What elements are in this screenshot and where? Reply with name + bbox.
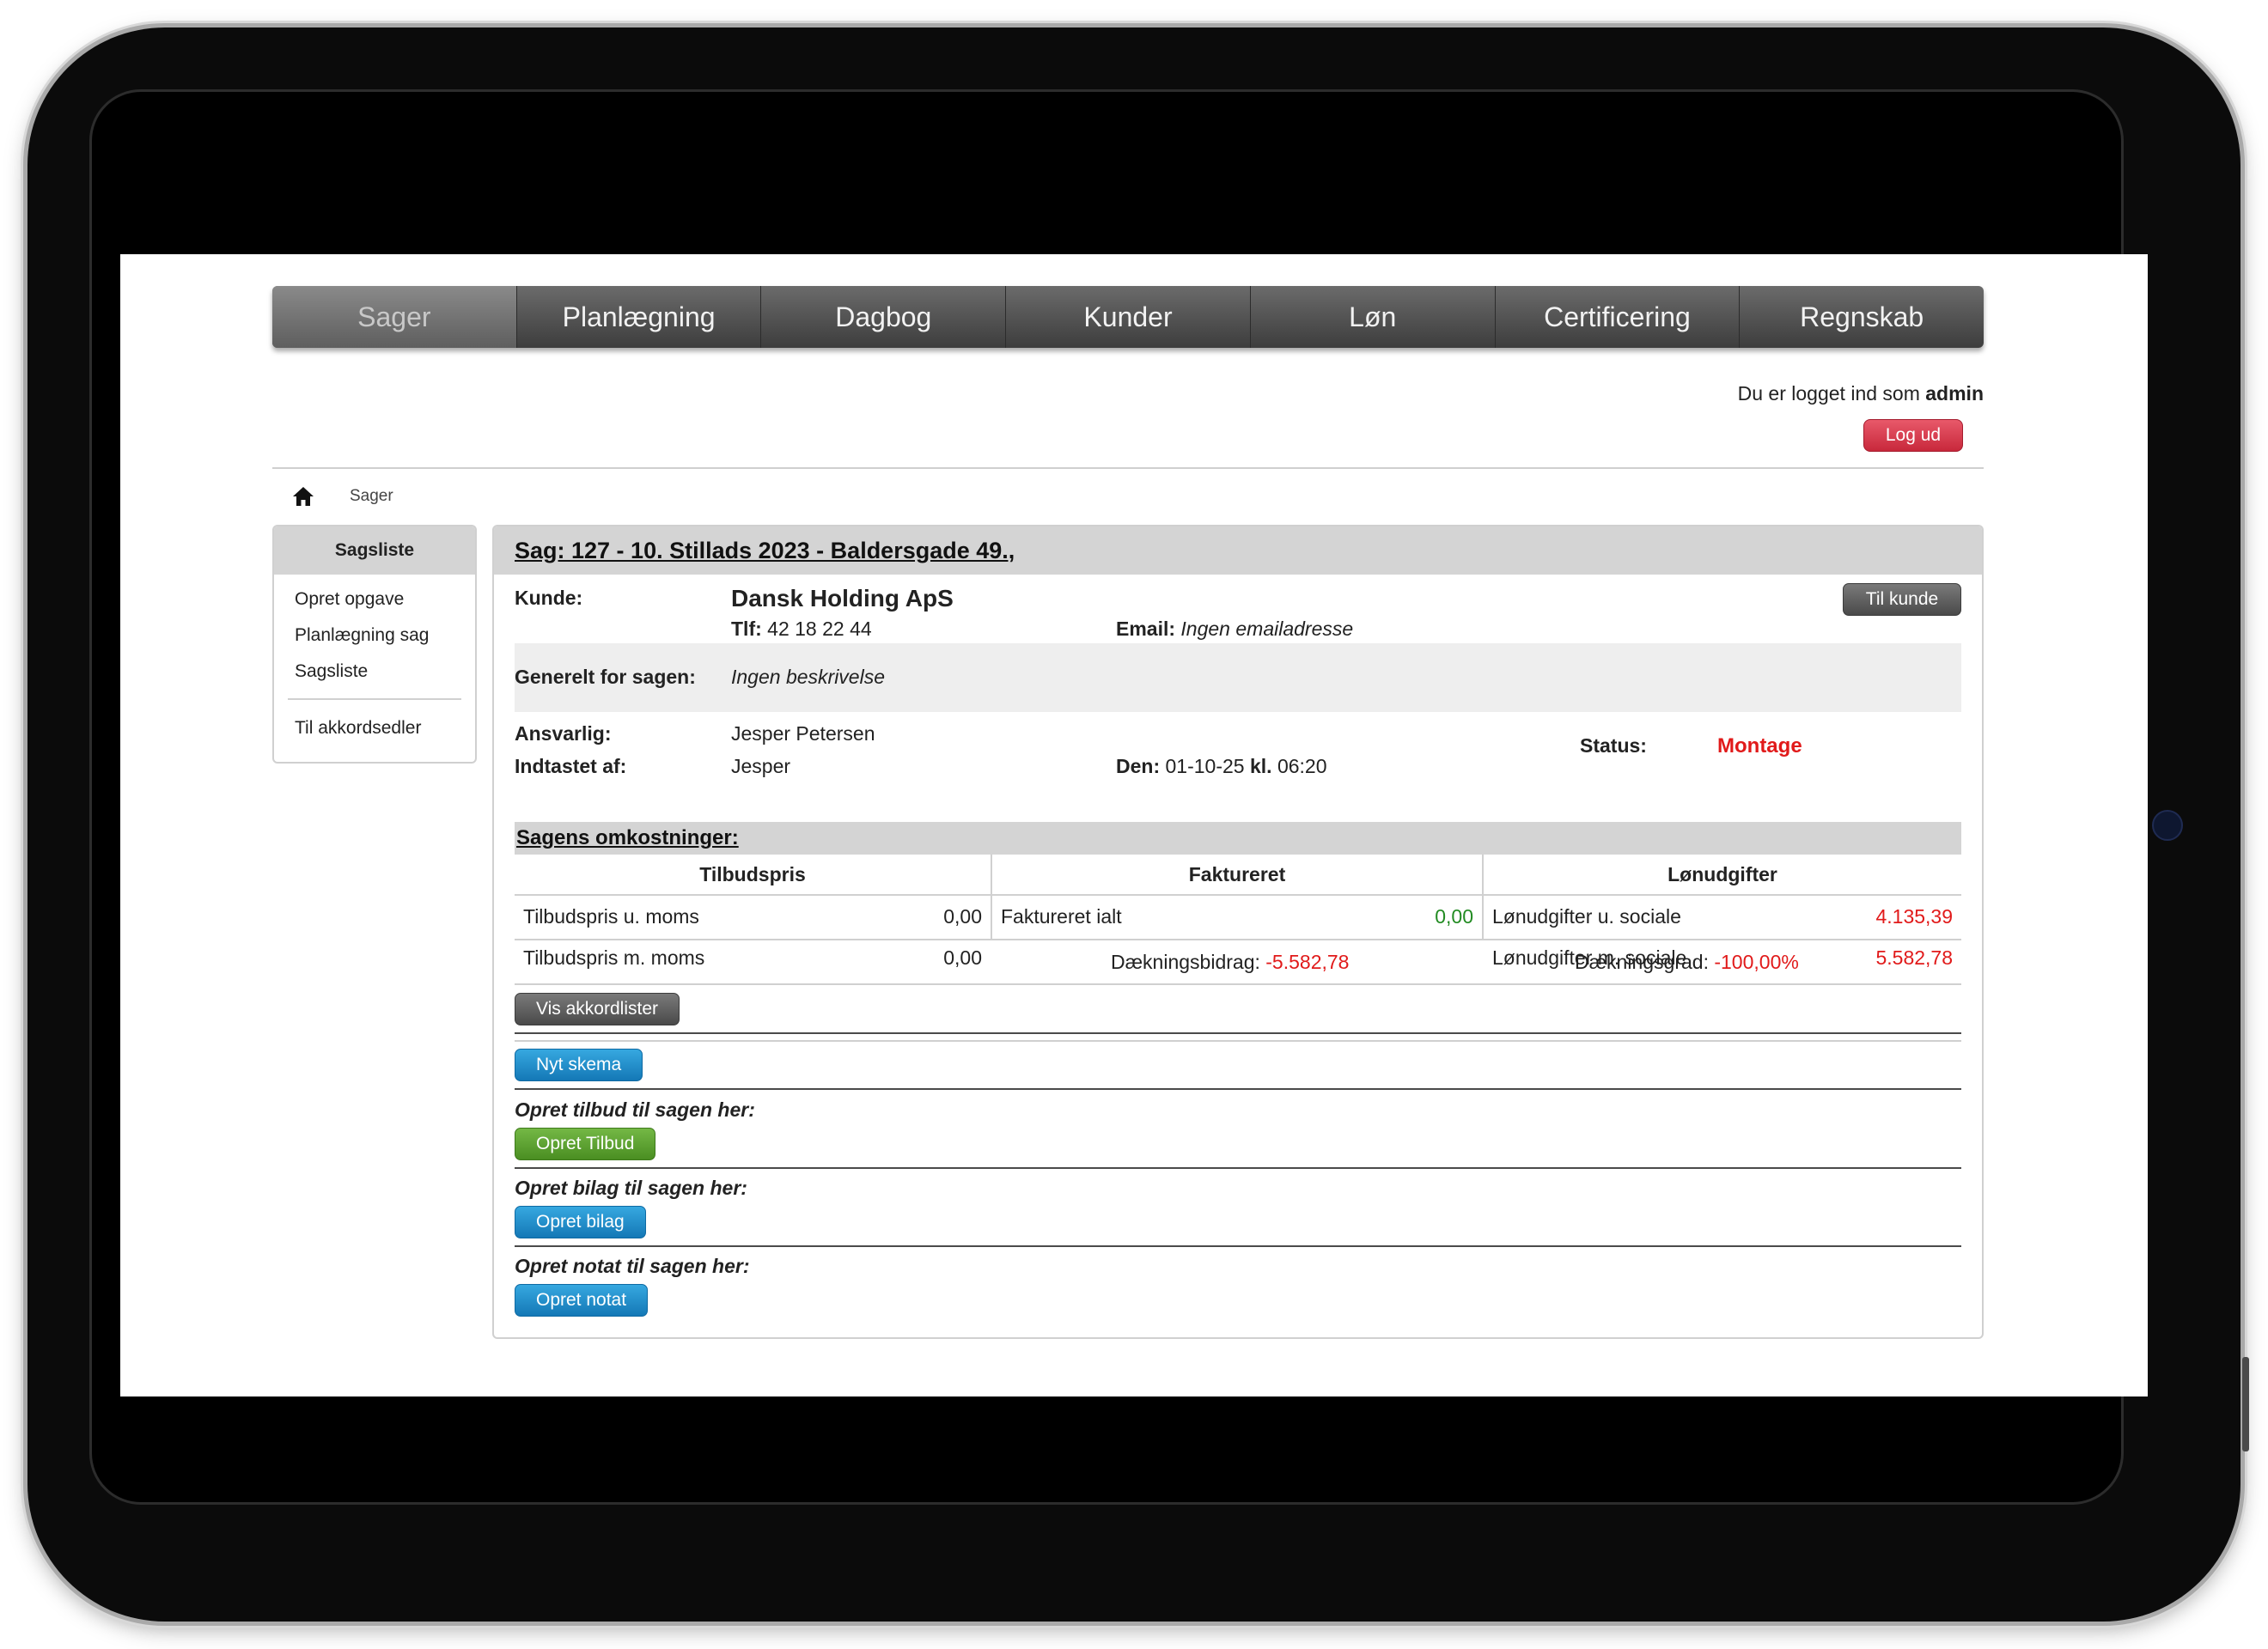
generelt-label: Generelt for sagen:	[515, 666, 696, 688]
sidebar-title: Sagsliste	[274, 526, 475, 575]
costs-col-faktureret: Faktureret Faktureret ialt 0,00	[992, 855, 1484, 939]
breadcrumb: Sager	[291, 485, 393, 508]
breadcrumb-current[interactable]: Sager	[350, 487, 393, 506]
col-head-lon: Lønudgifter	[1484, 855, 1961, 896]
status-label: Status:	[1580, 734, 1647, 757]
kunde-value: Dansk Holding ApS	[731, 585, 954, 612]
nav-item-kunder[interactable]: Kunder	[1006, 286, 1251, 348]
daekningsbidrag: Dækningsbidrag: -5.582,78	[1111, 951, 1349, 974]
tlf-label: Tlf:	[731, 618, 762, 640]
email-label: Email:	[1116, 618, 1176, 640]
tlf-line: Tlf: 42 18 22 44	[731, 618, 872, 641]
main-nav: Sager Planlægning Dagbog Kunder Løn Cert…	[272, 286, 1984, 348]
col-head-tilbud: Tilbudspris	[515, 855, 991, 896]
cost-value: 0,00	[943, 904, 982, 928]
username: admin	[1925, 382, 1984, 405]
sidebar: Sagsliste Opret opgave Planlægning sag S…	[272, 525, 477, 764]
cost-value: 5.582,78	[1875, 946, 1953, 969]
case-title[interactable]: Sag: 127 - 10. Stillads 2023 - Baldersga…	[494, 526, 1982, 575]
cost-row: Tilbudspris m. moms 0,00	[515, 937, 991, 978]
nav-item-sager[interactable]: Sager	[272, 286, 517, 348]
email-line: Email: Ingen emailadresse	[1116, 618, 1353, 641]
cost-value: 4.135,39	[1875, 904, 1953, 928]
daekningsgrad-value: -100,00%	[1714, 951, 1799, 973]
daekningsgrad: Dækningsgrad: -100,00%	[1575, 951, 1799, 974]
case-body: Kunde: Dansk Holding ApS Tlf: 42 18 22 4…	[494, 575, 1982, 1337]
ansvarlig-label: Ansvarlig:	[515, 722, 612, 745]
tablet-side-button	[2242, 1357, 2249, 1451]
vis-akkordlister-button[interactable]: Vis akkordlister	[515, 993, 680, 1025]
indtastet-value: Jesper	[731, 755, 791, 777]
costs-col-lon: Lønudgifter Lønudgifter u. sociale 4.135…	[1484, 855, 1961, 969]
home-icon[interactable]	[291, 485, 315, 508]
bilag-section-label: Opret bilag til sagen her:	[515, 1177, 747, 1199]
generelt-row: Generelt for sagen: Ingen beskrivelse	[515, 643, 1961, 712]
section-divider	[515, 1088, 1961, 1090]
opret-bilag-button[interactable]: Opret bilag	[515, 1206, 646, 1238]
logout-button[interactable]: Log ud	[1863, 419, 1963, 452]
opret-tilbud-button[interactable]: Opret Tilbud	[515, 1128, 656, 1160]
nav-item-certificering[interactable]: Certificering	[1496, 286, 1741, 348]
cost-row: Lønudgifter u. sociale 4.135,39	[1484, 896, 1961, 937]
notat-section-label: Opret notat til sagen her:	[515, 1255, 750, 1277]
sidebar-item-sagsliste[interactable]: Sagsliste	[274, 654, 475, 690]
sidebar-item-opret-opgave[interactable]: Opret opgave	[274, 581, 475, 618]
sidebar-item-planlaegning-sag[interactable]: Planlægning sag	[274, 618, 475, 654]
cost-label: Tilbudspris m. moms	[523, 946, 705, 969]
cost-row: Faktureret ialt 0,00	[992, 896, 1482, 937]
indtastet-label: Indtastet af:	[515, 755, 627, 777]
cost-label: Lønudgifter u. sociale	[1492, 904, 1681, 928]
section-divider	[515, 1040, 1961, 1042]
cost-label: Tilbudspris u. moms	[523, 904, 699, 928]
section-divider	[515, 1032, 1961, 1034]
status-value: Montage	[1717, 734, 1802, 758]
nav-item-dagbog[interactable]: Dagbog	[761, 286, 1007, 348]
generelt-value: Ingen beskrivelse	[731, 666, 885, 688]
kunde-label: Kunde:	[515, 587, 583, 609]
nav-item-planlaegning[interactable]: Planlægning	[517, 286, 762, 348]
kl-label: kl.	[1249, 755, 1272, 777]
nyt-skema-button[interactable]: Nyt skema	[515, 1049, 643, 1081]
camera-icon	[2152, 810, 2183, 841]
app: Sager Planlægning Dagbog Kunder Løn Cert…	[272, 286, 1984, 1339]
costs-table: Tilbudspris Tilbudspris u. moms 0,00 Til…	[515, 855, 1961, 969]
sidebar-item-til-akkordsedler[interactable]: Til akkordsedler	[274, 710, 475, 746]
case-panel: Sag: 127 - 10. Stillads 2023 - Baldersga…	[492, 525, 1984, 1339]
til-kunde-button[interactable]: Til kunde	[1843, 583, 1961, 616]
nav-item-lon[interactable]: Løn	[1251, 286, 1496, 348]
cost-row: Tilbudspris u. moms 0,00	[515, 896, 991, 937]
sidebar-divider	[288, 698, 461, 700]
cost-value: 0,00	[1435, 904, 1473, 928]
header-divider	[272, 467, 1984, 469]
ansvarlig-value: Jesper Petersen	[731, 722, 875, 745]
costs-divider	[515, 939, 1961, 940]
costs-col-tilbud: Tilbudspris Tilbudspris u. moms 0,00 Til…	[515, 855, 992, 969]
daekningsbidrag-value: -5.582,78	[1265, 951, 1350, 973]
costs-title: Sagens omkostninger:	[515, 822, 1961, 855]
section-divider	[515, 1167, 1961, 1169]
screen: Sager Planlægning Dagbog Kunder Løn Cert…	[120, 254, 2148, 1396]
den-label: Den:	[1116, 755, 1161, 777]
kl-value: 06:20	[1277, 755, 1327, 777]
nav-item-regnskab[interactable]: Regnskab	[1740, 286, 1984, 348]
den-line: Den: 01-10-25 kl. 06:20	[1116, 755, 1327, 778]
opret-notat-button[interactable]: Opret notat	[515, 1284, 649, 1317]
section-divider	[515, 1245, 1961, 1247]
den-value: 01-10-25	[1165, 755, 1245, 777]
summary-divider	[515, 983, 1961, 985]
daekningsgrad-label: Dækningsgrad:	[1575, 951, 1709, 973]
col-head-faktureret: Faktureret	[992, 855, 1482, 896]
login-prefix: Du er logget ind som	[1737, 382, 1920, 405]
tilbud-section-label: Opret tilbud til sagen her:	[515, 1098, 755, 1121]
daekningsbidrag-label: Dækningsbidrag:	[1111, 951, 1260, 973]
email-value: Ingen emailadresse	[1180, 618, 1354, 640]
tlf-value: 42 18 22 44	[767, 618, 872, 640]
cost-value: 0,00	[943, 946, 982, 969]
cost-label: Faktureret ialt	[1001, 904, 1122, 928]
login-info: Du er logget ind som admin	[1738, 382, 1984, 405]
